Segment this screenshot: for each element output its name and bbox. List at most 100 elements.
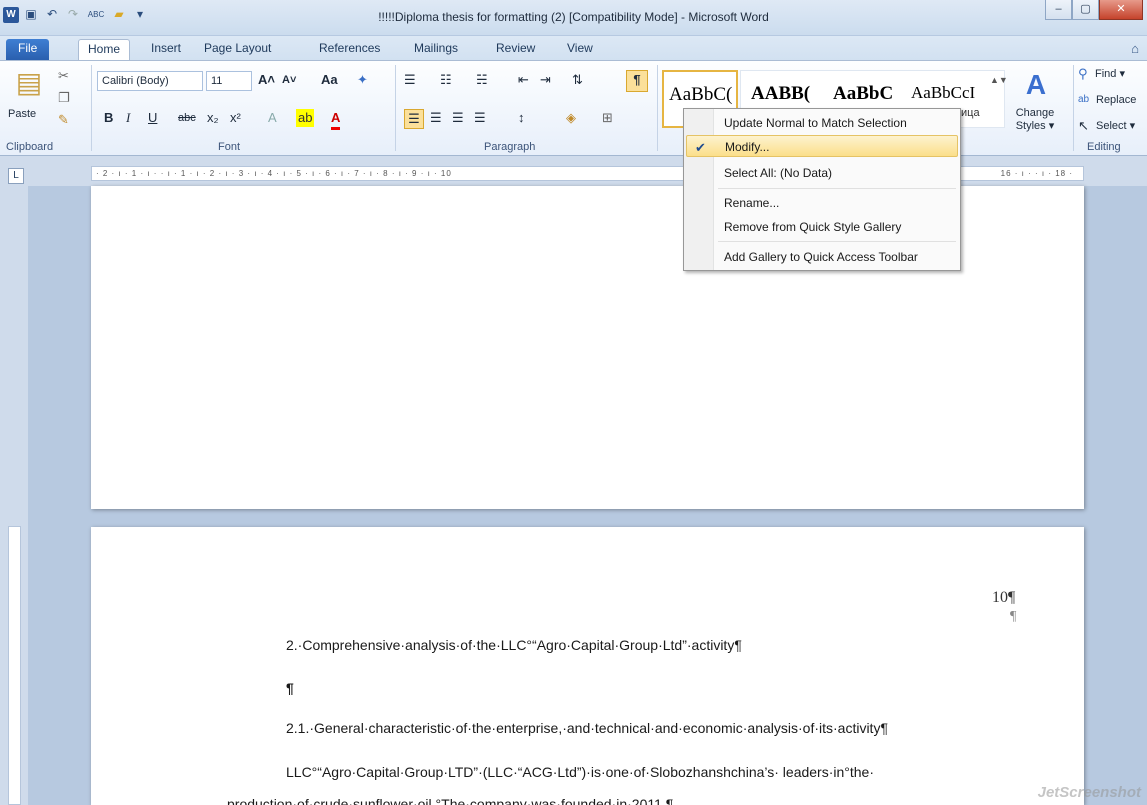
paragraph-group-label: Paragraph [484, 141, 536, 153]
grow-font-button[interactable]: A˄ [258, 71, 275, 89]
font-color-icon[interactable]: A [331, 109, 341, 130]
highlight-icon[interactable]: ab [296, 109, 315, 127]
ruler-left-margin: · 2 · ı · 1 · ı · [96, 169, 158, 178]
empty-paragraph: ¶ [286, 680, 294, 696]
menu-separator [718, 241, 956, 242]
select-button[interactable]: Select ▾ [1096, 117, 1135, 135]
style-sample: AABB( [751, 83, 811, 104]
ribbon-tabs: File Home Insert Page Layout References … [0, 36, 1147, 60]
menu-separator [718, 188, 956, 189]
menu-item-modify-label: Modify... [725, 140, 770, 154]
bold-button[interactable]: B [104, 109, 113, 127]
change-case-button[interactable]: Aa [321, 71, 338, 89]
justify-icon[interactable]: ☰ [474, 109, 486, 127]
paste-button[interactable]: Paste [8, 105, 36, 123]
change-styles-label-1: Change [1015, 107, 1055, 119]
tab-insert[interactable]: Insert [142, 39, 190, 60]
strikethrough-button[interactable]: abc [178, 109, 196, 127]
increase-indent-icon[interactable]: ⇥ [540, 71, 551, 89]
binoculars-icon: ⚲ [1078, 66, 1088, 81]
align-left-icon[interactable]: ☰ [404, 109, 424, 129]
vertical-ruler-strip [8, 526, 21, 805]
tab-view[interactable]: View [558, 39, 602, 60]
copy-icon[interactable]: ❐ [58, 89, 70, 107]
group-divider [91, 65, 92, 151]
sort-icon[interactable]: ⇅ [572, 71, 583, 89]
vertical-ruler[interactable] [0, 186, 28, 805]
style-sample: AaBbC [833, 83, 894, 104]
paste-icon[interactable]: ▤ [12, 65, 46, 101]
replace-button[interactable]: Replace [1096, 91, 1136, 109]
find-button[interactable]: Find ▾ [1095, 65, 1125, 83]
window-controls: – ▢ ✕ [1045, 0, 1143, 20]
menu-item-modify[interactable]: ✔ Modify... [686, 135, 958, 157]
align-right-icon[interactable]: ☰ [452, 109, 464, 127]
select-cursor-icon: ↖ [1078, 118, 1089, 133]
show-formatting-button[interactable]: ¶ [626, 70, 648, 92]
document-page[interactable]: 10¶ ¶ 2.·Comprehensive·analysis·of·the·L… [91, 527, 1084, 805]
subsection-heading: 2.1.·General·characteristic·of·the·enter… [286, 720, 888, 736]
style-context-menu: Update Normal to Match Selection ✔ Modif… [683, 108, 961, 271]
page-number: 10¶ [992, 589, 1016, 606]
help-icon[interactable]: ⌂ [1131, 40, 1139, 58]
shading-icon[interactable]: ◈ [566, 109, 576, 127]
tab-page-layout[interactable]: Page Layout [195, 39, 280, 60]
multilevel-list-icon[interactable]: ☵ [476, 71, 488, 89]
subscript-button[interactable]: x₂ [207, 109, 219, 127]
ruler-right-ticks: 16 · ı · · ı · 18 · [1000, 169, 1073, 178]
change-styles-button[interactable]: Change Styles ▾ [1012, 107, 1058, 133]
close-button[interactable]: ✕ [1099, 0, 1143, 20]
change-styles-label-2: Styles ▾ [1015, 120, 1055, 132]
body-text-line: production·of·crude·sunflower·oil.°The·c… [227, 796, 674, 805]
pilcrow-mark: ¶ [1010, 609, 1017, 624]
font-group-label: Font [218, 141, 241, 153]
menu-item-add-gallery-to-qat[interactable]: Add Gallery to Quick Access Toolbar [686, 246, 958, 268]
ruler-ticks: · ı · 1 · ı · 2 · ı · 3 · ı · 4 · ı · 5 … [160, 169, 452, 178]
modify-style-icon: ✔ [695, 140, 706, 155]
bullets-icon[interactable]: ☰ [404, 71, 416, 89]
replace-icon: ab [1078, 94, 1090, 105]
clipboard-group-label: Clipboard [6, 141, 54, 153]
maximize-button[interactable]: ▢ [1072, 0, 1099, 20]
tab-mailings[interactable]: Mailings [405, 39, 467, 60]
superscript-button[interactable]: x² [230, 109, 241, 127]
tab-references[interactable]: References [310, 39, 389, 60]
clear-formatting-icon[interactable]: ✦ [357, 71, 368, 89]
style-name-partial: ица [961, 107, 980, 119]
group-divider [395, 65, 396, 151]
shrink-font-button[interactable]: A˅ [282, 71, 296, 89]
numbering-icon[interactable]: ☷ [440, 71, 452, 89]
section-heading: 2.·Comprehensive·analysis·of·the·LLC°“Ag… [286, 637, 742, 653]
italic-button[interactable]: I [126, 109, 130, 127]
minimize-button[interactable]: – [1045, 0, 1072, 20]
menu-item-rename[interactable]: Rename... [686, 192, 958, 214]
window-title: !!!!!Diploma thesis for formatting (2) [… [378, 10, 769, 24]
group-divider [1073, 65, 1074, 151]
line-spacing-icon[interactable]: ↕ [518, 109, 525, 127]
menu-item-update-normal[interactable]: Update Normal to Match Selection [686, 112, 958, 134]
editing-group-label: Editing [1087, 141, 1121, 153]
group-divider [657, 65, 658, 151]
align-center-icon[interactable]: ☰ [430, 109, 442, 127]
tab-file[interactable]: File [6, 39, 50, 60]
body-text-line: LLC°“Agro·Capital·Group·LTD”·(LLC·“ACG·L… [286, 764, 874, 780]
watermark-logo: JetScreenshot [1037, 784, 1141, 801]
tab-home[interactable]: Home [78, 39, 131, 60]
font-name-combo[interactable]: Calibri (Body) [97, 71, 203, 91]
menu-item-select-all[interactable]: Select All: (No Data) [686, 162, 958, 184]
cut-icon[interactable]: ✂ [58, 67, 69, 85]
style-sample: AaBbC( [669, 84, 733, 105]
title-bar: W ▣ ↶ ↷ ABC ▰ ▾ !!!!!Diploma thesis for … [0, 0, 1147, 36]
gallery-scroll-icon[interactable]: ▲▼ [990, 71, 1008, 89]
text-effects-icon[interactable]: A [268, 109, 277, 127]
tab-selector-icon[interactable]: L [8, 168, 24, 184]
menu-item-remove-from-gallery[interactable]: Remove from Quick Style Gallery [686, 216, 958, 238]
underline-button[interactable]: U [148, 109, 157, 127]
borders-icon[interactable]: ⊞ [602, 109, 613, 127]
decrease-indent-icon[interactable]: ⇤ [518, 71, 529, 89]
ribbon: ▤ Paste ✂ ❐ ✎ Clipboard Calibri (Body) 1… [0, 60, 1147, 156]
font-size-combo[interactable]: 11 [206, 71, 252, 91]
change-styles-icon[interactable]: A [1016, 67, 1056, 103]
tab-review[interactable]: Review [487, 39, 544, 60]
format-painter-icon[interactable]: ✎ [58, 111, 69, 129]
